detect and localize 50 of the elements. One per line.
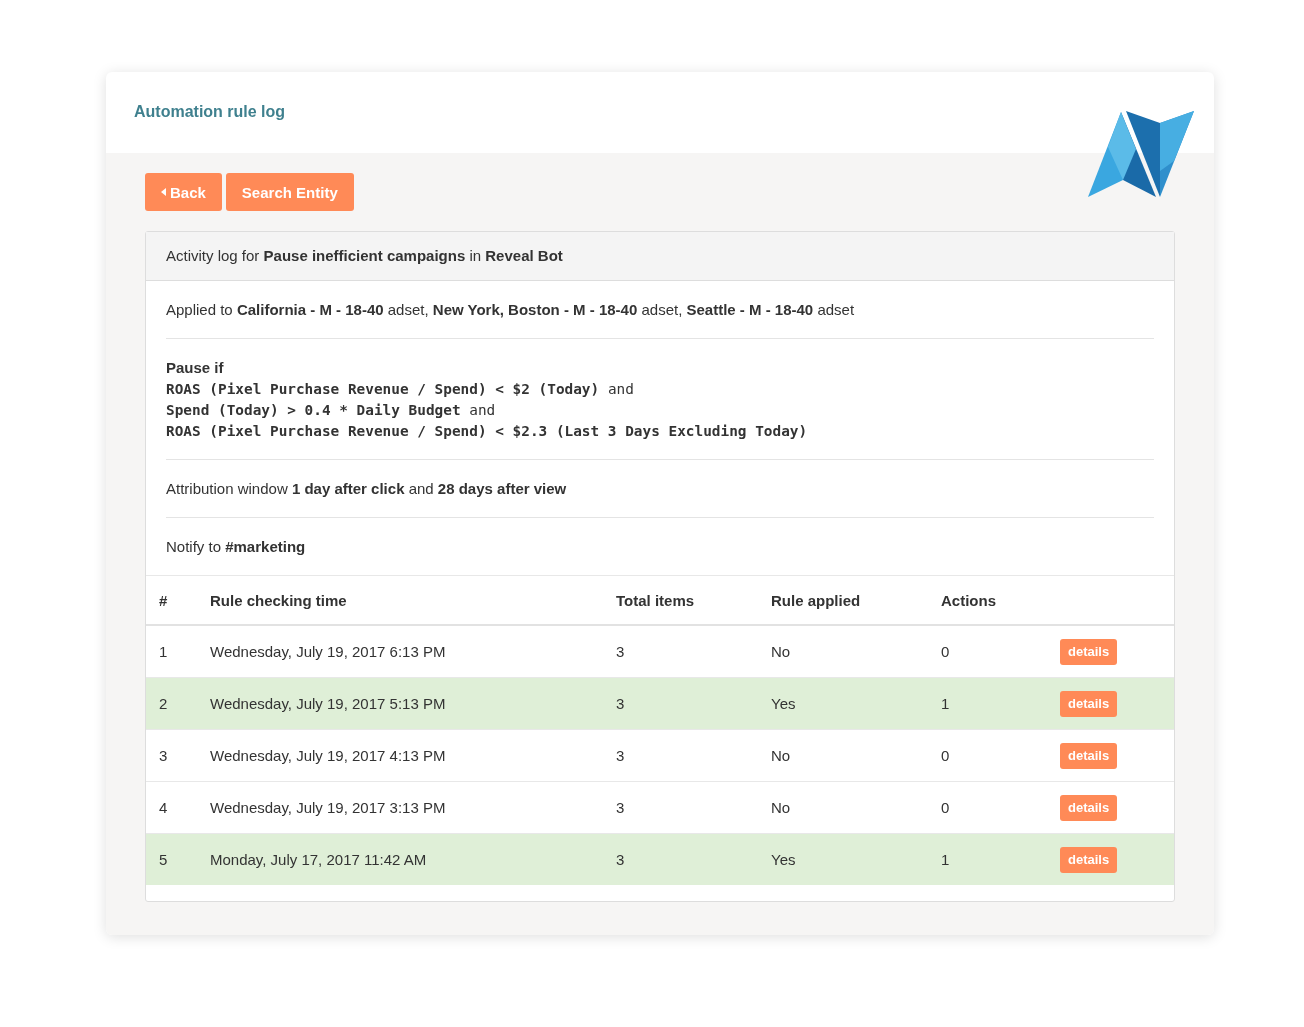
table-cell: 1 [928,833,1047,885]
table-cell: 0 [928,625,1047,678]
condition-text: Spend (Today) > 0.4 * Daily Budget [166,402,461,418]
connector-text: and [607,381,634,397]
table-cell: 2 [146,677,197,730]
details-button[interactable]: details [1060,794,1118,821]
back-button[interactable]: Back [145,173,222,211]
connector-text: and [469,402,496,418]
table-cell: Yes [758,677,928,730]
table-cell: 3 [603,729,758,782]
notify-text: Notify to #marketing [166,537,307,557]
details-button[interactable]: details [1060,690,1118,717]
column-header: Rule applied [758,575,928,625]
table-cell: 3 [603,625,758,678]
table-cell: Wednesday, July 19, 2017 6:13 PM [197,625,603,678]
table-cell: Monday, July 17, 2017 11:42 AM [197,833,603,885]
condition-text: ROAS (Pixel Purchase Revenue / Spend) < $2 (Today) [166,381,600,397]
table-cell: 3 [603,677,758,730]
attribution-text: Attribution window 1 day after click and 28 days after view [166,479,568,499]
table-cell: Yes [758,833,928,885]
applied-to-text: Applied to California - M - 18-40 adset, New York, Boston - M - 18-40 adset, Seattle - M - 18-40 adset [166,300,856,320]
search-entity-button[interactable]: Search Entity [225,173,354,211]
table-cell: 0 [928,729,1047,782]
table-cell: Wednesday, July 19, 2017 5:13 PM [197,677,603,730]
panel-heading: Activity log for Pause inefficient campaigns in Reveal Bot [146,232,1174,281]
column-header: # [146,575,197,625]
caret-icon [161,188,166,196]
table-cell: 3 [146,729,197,782]
logo-icon [1088,111,1194,198]
table-cell: 5 [146,833,197,885]
table-cell: 0 [928,781,1047,834]
table-cell: Wednesday, July 19, 2017 4:13 PM [197,729,603,782]
details-button[interactable]: details [1060,742,1118,769]
details-button[interactable]: details [1060,638,1118,665]
table-cell: No [758,625,928,678]
table-cell: 3 [603,781,758,834]
table-cell: 1 [146,625,197,678]
details-button[interactable]: details [1060,846,1118,873]
table-cell: No [758,729,928,782]
table-cell: 1 [928,677,1047,730]
table-cell: 3 [603,833,758,885]
column-header: Rule checking time [197,575,603,625]
rule-title: Pause if [166,358,225,378]
column-header: Total items [603,575,758,625]
table-cell: Wednesday, July 19, 2017 3:13 PM [197,781,603,834]
table-cell: 4 [146,781,197,834]
condition-text: ROAS (Pixel Purchase Revenue / Spend) < $2.3 (Last 3 Days Excluding Today) [166,423,808,439]
table-cell: No [758,781,928,834]
column-header: Actions [928,575,1047,625]
page-title: Automation rule log [134,102,286,122]
